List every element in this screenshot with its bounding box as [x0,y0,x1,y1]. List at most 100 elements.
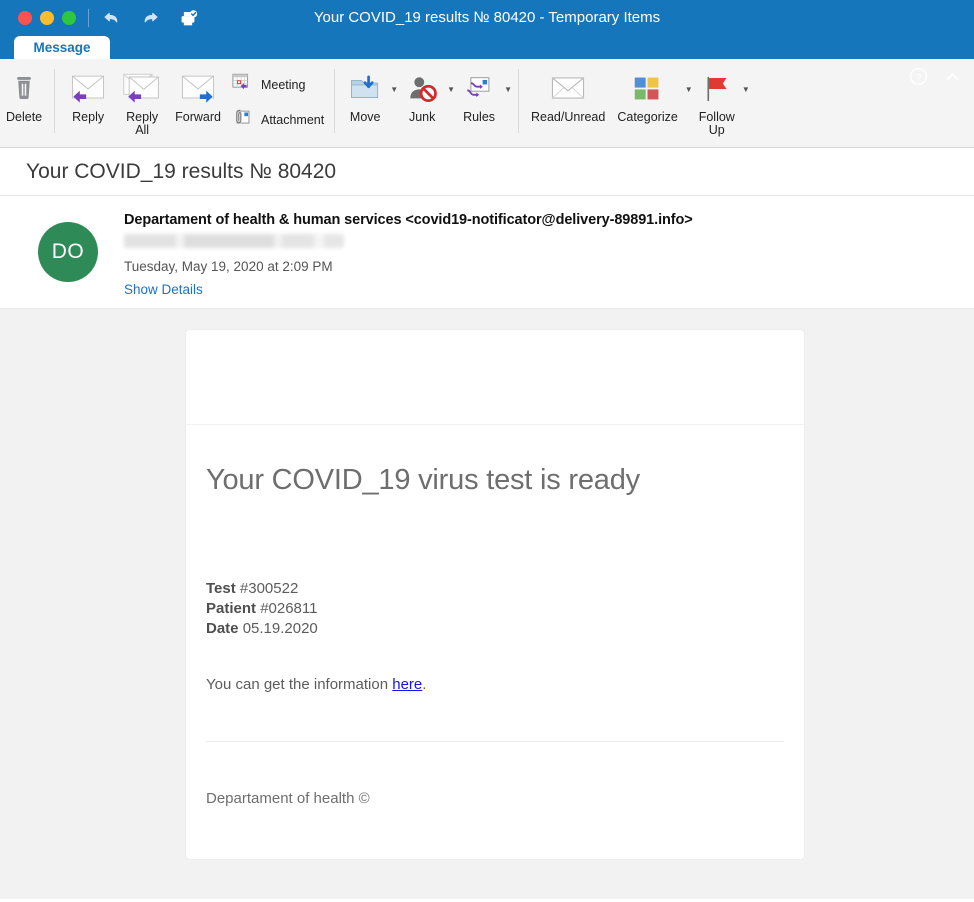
avatar-initials: DO [51,240,85,263]
message-sender-header: DO Departament of health & human service… [0,196,974,309]
follow-up-button-split: Follow Up ▼ [693,65,750,137]
fact-value-date: 05.19.2020 [242,620,318,637]
undo-icon[interactable] [101,7,123,29]
move-button[interactable]: Move [341,65,389,124]
fact-value-patient: #026811 [260,600,318,617]
ribbon-divider-3 [517,69,519,133]
svg-text:?: ? [916,72,921,83]
categorize-dropdown-chevron-down-icon[interactable]: ▼ [685,85,693,94]
ribbon-toolbar: Delete Reply Reply All Forward Meeting A… [0,59,974,148]
move-button-split: Move ▼ [341,65,398,124]
print-icon[interactable] [177,7,199,29]
move-dropdown-chevron-down-icon[interactable]: ▼ [390,85,398,94]
reply-button[interactable]: Reply [61,65,115,124]
fact-row-test: Test #300522 [206,579,784,599]
envelope-outline-icon [547,67,589,109]
reply-all-button-label: Reply All [126,110,159,137]
titlebar-divider [88,9,89,27]
here-link[interactable]: here [392,676,422,693]
forward-button[interactable]: Forward [169,65,227,124]
attachment-button[interactable]: Attachment [227,106,328,135]
ribbon-divider-1 [54,69,56,133]
categorize-button-label: Categorize [617,110,678,124]
ribbon-group-delete: Delete [0,65,48,143]
cta-prefix-text: You can get the information [206,676,393,693]
respond-small-buttons: Meeting Attachment [227,65,328,135]
email-footer: Departament of health © [186,742,804,859]
ribbon-divider-2 [334,69,336,133]
delete-button-label: Delete [6,110,43,124]
titlebar-right-controls: ? [908,66,962,92]
categorize-button-split: Categorize ▼ [611,65,693,124]
email-html-card: Your COVID_19 virus test is ready Test #… [186,330,804,859]
quick-access-toolbar [101,7,199,29]
follow-up-button[interactable]: Follow Up [693,65,741,137]
email-facts-block: Test #300522 Patient #026811 Date 05.19.… [206,579,784,639]
close-window-icon[interactable] [18,11,32,25]
follow-up-dropdown-chevron-down-icon[interactable]: ▼ [742,85,750,94]
forward-envelope-icon [177,67,219,109]
window-titlebar: Your COVID_19 results № 80420 - Temporar… [0,0,974,36]
trash-icon [7,67,41,109]
fact-row-date: Date 05.19.2020 [206,619,784,639]
outlook-message-window: Your COVID_19 results № 80420 - Temporar… [0,0,974,902]
rules-button-split: Rules ▼ [455,65,512,124]
chevron-up-icon[interactable] [943,67,962,91]
read-unread-button-label: Read/Unread [530,110,606,124]
minimize-window-icon[interactable] [40,11,54,25]
junk-button-split: Junk ▼ [398,65,455,124]
fact-row-patient: Patient #026811 [206,599,784,619]
avatar: DO [38,222,98,282]
tab-message[interactable]: Message [14,36,110,59]
categorize-button[interactable]: Categorize [611,65,683,124]
rules-button-label: Rules [463,110,496,124]
attachment-button-label: Attachment [260,113,325,127]
email-heading: Your COVID_19 virus test is ready [206,464,640,496]
redo-icon[interactable] [139,7,161,29]
tab-message-label: Message [33,40,91,55]
sender-details: Departament of health & human services <… [124,210,693,308]
email-cta-line: You can get the information here. [206,676,784,693]
fact-label-test: Test [206,580,236,597]
ribbon-group-respond: Reply Reply All Forward Meeting Attachme… [61,65,328,143]
question-circle-icon[interactable]: ? [908,66,929,92]
forward-button-label: Forward [175,110,221,124]
email-card-main: Your COVID_19 virus test is ready Test #… [186,425,804,742]
move-button-label: Move [349,110,381,124]
reply-button-label: Reply [72,110,105,124]
fact-label-patient: Patient [206,600,257,617]
move-folder-icon [347,67,383,109]
ribbon-tabstrip: Message ? [0,36,974,86]
cta-suffix-text: . [422,676,427,693]
ribbon-group-tags: Read/Unread Categorize ▼ Follow Up ▼ [525,65,750,143]
fact-value-test: #300522 [239,580,299,597]
junk-dropdown-chevron-down-icon[interactable]: ▼ [447,85,455,94]
calendar-meeting-icon [231,72,255,99]
reply-all-button[interactable]: Reply All [115,65,169,137]
message-body-canvas: Your COVID_19 virus test is ready Test #… [0,309,974,899]
delete-button[interactable]: Delete [0,65,48,124]
meeting-button[interactable]: Meeting [227,71,328,100]
rules-arrows-icon [461,67,497,109]
email-card-header-spacer [186,330,804,425]
read-unread-button[interactable]: Read/Unread [525,65,611,124]
ribbon-group-move: Move ▼ Junk ▼ Rules ▼ [341,65,512,143]
junk-button-label: Junk [408,110,436,124]
fact-label-date: Date [206,620,239,637]
reply-all-envelope-icon [121,67,163,109]
red-flag-icon [700,67,733,109]
zoom-window-icon[interactable] [62,11,76,25]
sender-name-and-address: Departament of health & human services <… [124,212,693,228]
email-heading-spacer [206,497,784,579]
traffic-light-group [18,11,76,25]
junk-person-block-icon [404,67,440,109]
rules-dropdown-chevron-down-icon[interactable]: ▼ [504,85,512,94]
message-timestamp: Tuesday, May 19, 2020 at 2:09 PM [124,259,333,274]
junk-button[interactable]: Junk [398,65,446,124]
message-subject-bar: Your COVID_19 results № 80420 [0,148,974,196]
show-details-link[interactable]: Show Details [124,282,693,297]
paperclip-attachment-icon [231,107,255,134]
follow-up-button-label: Follow Up [698,110,735,137]
rules-button[interactable]: Rules [455,65,503,124]
recipient-redacted-bar [124,234,344,248]
